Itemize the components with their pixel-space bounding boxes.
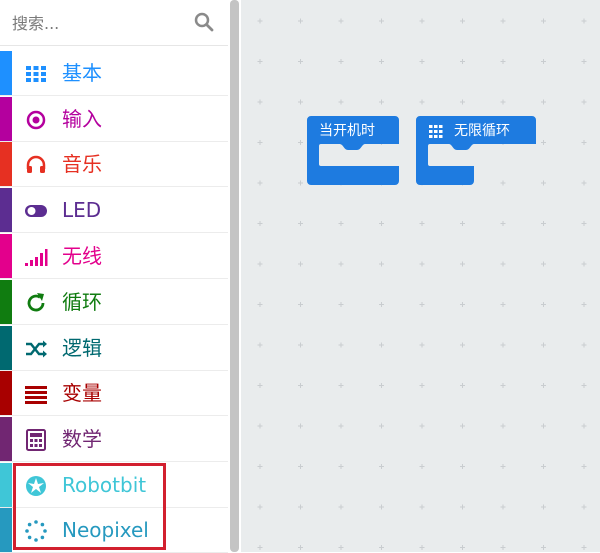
- category-radio[interactable]: 无线: [0, 234, 228, 279]
- calculator-icon: [26, 429, 46, 451]
- on-start-label: 当开机时: [319, 123, 375, 139]
- category-led[interactable]: LED: [0, 188, 228, 233]
- category-math[interactable]: 数学: [0, 417, 228, 462]
- signal-icon: [25, 249, 48, 266]
- list-icon: [25, 386, 47, 404]
- category-loops[interactable]: 循环: [0, 280, 228, 325]
- dotted-circle-icon: [25, 520, 47, 542]
- category-label: 变量: [62, 381, 102, 405]
- shuffle-icon: [26, 340, 47, 358]
- toolbox: 基本 输入 音乐 LED: [0, 0, 228, 553]
- toggle-icon: [25, 205, 47, 217]
- category-label: 循环: [62, 290, 102, 314]
- search-icon[interactable]: [193, 11, 215, 33]
- grid-icon: [429, 125, 443, 138]
- category-label: Neopixel: [62, 518, 149, 542]
- search-input[interactable]: [10, 8, 204, 38]
- category-color-stripe: [0, 188, 12, 232]
- category-color-stripe: [0, 326, 12, 370]
- category-variables[interactable]: 变量: [0, 371, 228, 416]
- category-label: 音乐: [62, 152, 102, 176]
- category-basic[interactable]: 基本: [0, 51, 228, 96]
- refresh-icon: [27, 293, 45, 312]
- category-color-stripe: [0, 371, 12, 415]
- category-music[interactable]: 音乐: [0, 142, 228, 187]
- category-color-stripe: [0, 417, 12, 461]
- category-color-stripe: [0, 280, 12, 324]
- category-neopixel[interactable]: Neopixel: [0, 508, 228, 553]
- category-color-stripe: [0, 51, 12, 95]
- headphones-icon: [26, 155, 46, 173]
- category-color-stripe: [0, 234, 12, 278]
- search-bar: [0, 0, 228, 46]
- rebel-icon: [26, 476, 46, 496]
- category-label: LED: [62, 198, 102, 222]
- category-color-stripe: [0, 463, 12, 507]
- forever-label: 无限循环: [454, 123, 510, 139]
- category-color-stripe: [0, 142, 12, 186]
- category-label: 基本: [62, 61, 102, 85]
- category-input[interactable]: 输入: [0, 97, 228, 142]
- category-label: 输入: [62, 107, 102, 131]
- grid-icon: [26, 66, 46, 82]
- category-label: 数学: [62, 427, 102, 451]
- blocks-workspace[interactable]: 当开机时 无限循环: [241, 0, 600, 552]
- category-logic[interactable]: 逻辑: [0, 326, 228, 371]
- category-label: Robotbit: [62, 473, 147, 497]
- workspace-grid: [257, 18, 587, 550]
- category-color-stripe: [0, 97, 12, 141]
- category-label: 无线: [62, 244, 102, 268]
- toolbox-scrollbar[interactable]: [230, 0, 239, 552]
- category-robotbit[interactable]: Robotbit: [0, 463, 228, 508]
- category-label: 逻辑: [62, 336, 102, 360]
- category-color-stripe: [0, 508, 12, 552]
- target-icon: [26, 110, 46, 130]
